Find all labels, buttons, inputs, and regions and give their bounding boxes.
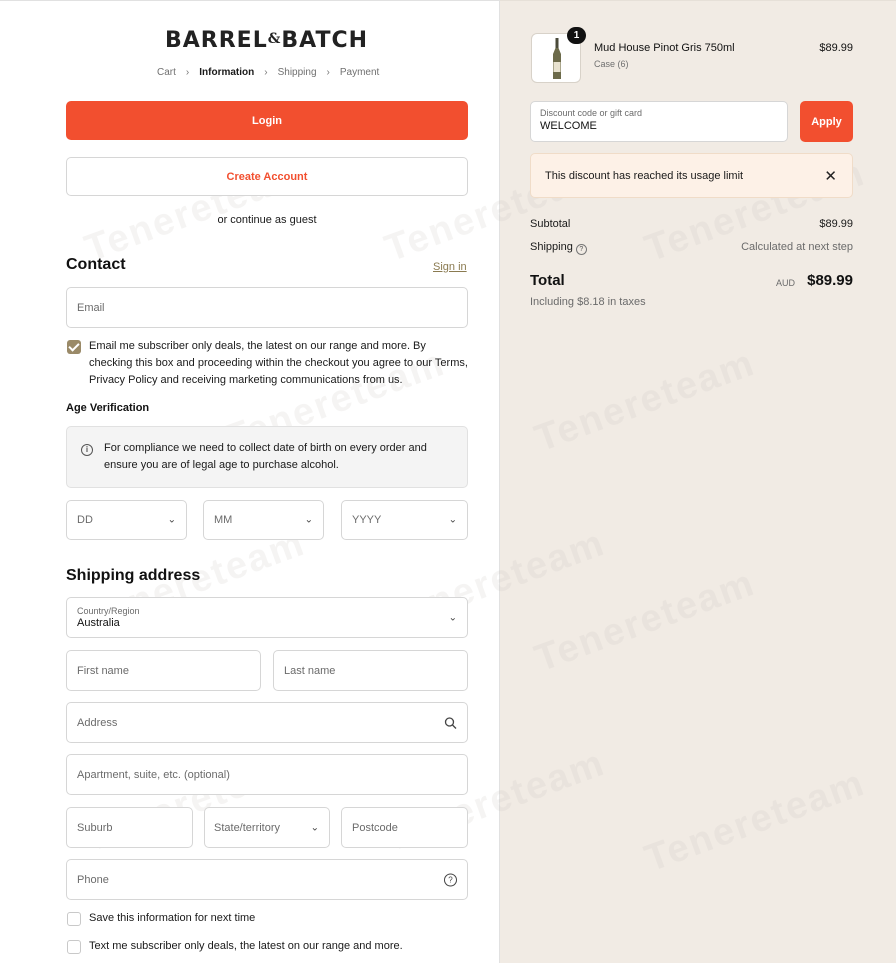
chevron-down-icon: ⌄: [310, 822, 319, 833]
age-verification-heading: Age Verification: [66, 402, 150, 414]
info-icon: i: [81, 444, 93, 456]
phone-field[interactable]: Phone ?: [66, 859, 468, 900]
login-button[interactable]: Login: [66, 101, 468, 140]
subtotal-row: Subtotal $89.99: [530, 218, 853, 230]
breadcrumb: Cart › Information › Shipping › Payment: [157, 67, 379, 78]
dob-month-select[interactable]: MM ⌄: [203, 500, 324, 540]
dob-day-select[interactable]: DD ⌄: [66, 500, 187, 540]
chevron-right-icon: ›: [264, 67, 268, 78]
chevron-right-icon: ›: [185, 67, 190, 78]
text-me-checkbox[interactable]: [67, 940, 81, 954]
apartment-field[interactable]: Apartment, suite, etc. (optional): [66, 754, 468, 795]
product-name: Mud House Pinot Gris 750ml: [594, 42, 735, 54]
apply-discount-button[interactable]: Apply: [800, 101, 853, 142]
chevron-down-icon: ⌄: [304, 514, 313, 526]
help-icon[interactable]: ?: [575, 244, 587, 255]
shipping-address-heading: Shipping address: [66, 567, 201, 584]
address-field[interactable]: Address: [66, 702, 468, 743]
save-info-label: Save this information for next time: [89, 912, 256, 924]
chevron-down-icon: ⌄: [448, 514, 457, 526]
breadcrumb-payment: Payment: [339, 67, 380, 78]
breadcrumb-cart[interactable]: Cart: [157, 67, 176, 78]
chevron-down-icon: ⌄: [448, 612, 457, 623]
wine-bottle-icon: [553, 38, 561, 79]
email-field[interactable]: Email: [66, 287, 468, 328]
discount-error-alert: This discount has reached its usage limi…: [530, 153, 853, 198]
dob-year-select[interactable]: YYYY ⌄: [341, 500, 468, 540]
country-select[interactable]: Country/Region Australia ⌄: [66, 597, 468, 638]
chevron-right-icon: ›: [326, 67, 330, 78]
save-info-checkbox[interactable]: [67, 912, 81, 926]
last-name-field[interactable]: Last name: [273, 650, 468, 691]
state-select[interactable]: State/territory ⌄: [204, 807, 330, 848]
postcode-field[interactable]: Postcode: [341, 807, 468, 848]
total-value: $89.99: [807, 272, 853, 289]
brand-logo[interactable]: BARREL&BATCH: [0, 28, 533, 53]
product-variant: Case (6): [594, 59, 629, 69]
suburb-field[interactable]: Suburb: [66, 807, 193, 848]
close-icon[interactable]: ✕: [824, 167, 837, 185]
discount-code-input[interactable]: Discount code or gift card WELCOME: [530, 101, 788, 142]
first-name-field[interactable]: First name: [66, 650, 261, 691]
order-summary-panel: [500, 0, 896, 963]
shipping-row: Shipping? Calculated at next step: [530, 241, 853, 255]
breadcrumb-shipping: Shipping: [277, 67, 317, 78]
contact-heading: Contact: [66, 256, 126, 273]
create-account-button[interactable]: Create Account: [66, 157, 468, 196]
age-notice: i For compliance we need to collect date…: [66, 426, 468, 488]
help-icon[interactable]: ?: [444, 873, 457, 886]
guest-text: or continue as guest: [217, 214, 317, 226]
breadcrumb-information: Information: [199, 67, 255, 78]
subscribe-email-label: Email me subscriber only deals, the late…: [89, 340, 468, 386]
chevron-down-icon: ⌄: [167, 514, 176, 526]
taxes-note: Including $8.18 in taxes: [530, 296, 646, 308]
text-me-label: Text me subscriber only deals, the lates…: [89, 940, 403, 952]
quantity-badge: 1: [567, 27, 586, 44]
total-label: Total: [530, 272, 565, 289]
subscribe-email-checkbox[interactable]: [67, 340, 81, 354]
search-icon: [444, 716, 457, 729]
currency-code: AUD: [775, 278, 795, 288]
product-price: $89.99: [819, 42, 853, 54]
sign-in-link[interactable]: Sign in: [433, 261, 467, 273]
